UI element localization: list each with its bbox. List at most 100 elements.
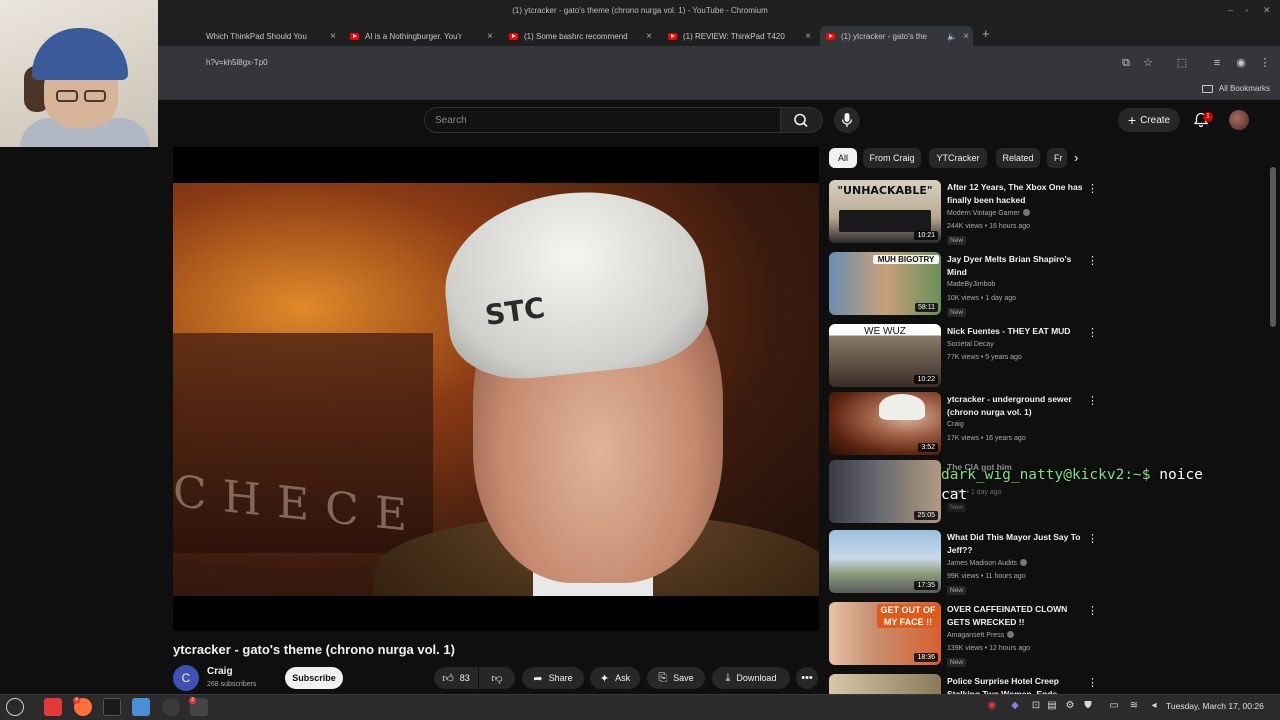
video-thumbnail[interactable] bbox=[829, 674, 941, 694]
notification-count-badge: 1 bbox=[1203, 112, 1213, 122]
recommendation-channel: Amagansett Press bbox=[947, 631, 1015, 639]
more-actions-button[interactable]: ••• bbox=[796, 667, 818, 689]
more-vertical-icon[interactable]: ⋮ bbox=[1087, 676, 1098, 689]
speaker-icon[interactable]: 🔈 bbox=[945, 32, 959, 41]
tab-close-icon[interactable]: × bbox=[959, 31, 973, 42]
search-input[interactable]: Search bbox=[424, 107, 781, 133]
search-button[interactable] bbox=[781, 107, 823, 133]
tab-3[interactable]: (1) Some bashrc recommend × bbox=[503, 26, 656, 46]
voice-search-button[interactable] bbox=[834, 107, 860, 133]
dislike-button[interactable]: 👎︎ bbox=[479, 667, 515, 689]
video-thumbnail[interactable]: MUH BIGOTRY 58:11 bbox=[829, 252, 941, 315]
maximize-icon[interactable]: ▫ bbox=[1245, 5, 1248, 15]
new-tab-icon[interactable]: + bbox=[982, 26, 990, 41]
app-menu-icon[interactable] bbox=[6, 698, 24, 716]
tab-close-icon[interactable]: × bbox=[642, 31, 656, 42]
youtube-favicon-icon bbox=[826, 32, 835, 40]
like-button[interactable]: 👍︎ 83 bbox=[434, 667, 478, 689]
more-vertical-icon[interactable]: ⋮ bbox=[1087, 532, 1098, 545]
share-button[interactable]: ➦ Share bbox=[522, 667, 584, 689]
scrollbar-thumb[interactable] bbox=[1270, 167, 1276, 327]
bookmark-icon: ⎘ bbox=[658, 671, 668, 684]
taskbar-clock[interactable]: Tuesday, March 17, 00:26 bbox=[1166, 701, 1264, 711]
files-icon[interactable] bbox=[44, 698, 62, 716]
account-avatar[interactable] bbox=[1229, 110, 1249, 130]
more-vertical-icon[interactable]: ⋮ bbox=[1087, 182, 1098, 195]
volume-icon[interactable]: ◂ bbox=[1148, 700, 1160, 712]
channel-name[interactable]: Craig bbox=[207, 666, 233, 677]
recommendation-meta: 17K views • 16 years ago bbox=[947, 435, 1026, 442]
settings-icon[interactable]: ⚙ bbox=[1064, 700, 1076, 712]
channel-avatar[interactable]: C bbox=[173, 665, 199, 691]
like-count: 83 bbox=[459, 673, 470, 683]
recommendation-item[interactable]: Police Surprise Hotel Creep Stalking Two… bbox=[829, 674, 1109, 694]
chip-ytcracker[interactable]: YTCracker bbox=[929, 148, 987, 168]
chip-from-craig[interactable]: From Craig bbox=[863, 148, 921, 168]
recommendation-item[interactable]: 3:52 ytcracker - underground sewer (chro… bbox=[829, 392, 1109, 458]
minimize-icon[interactable]: – bbox=[1228, 5, 1233, 15]
close-window-icon[interactable]: ✕ bbox=[1263, 5, 1271, 16]
tab-2[interactable]: AI is a Nothingburger. You'r × bbox=[344, 26, 497, 46]
save-button[interactable]: ⎘ Save bbox=[647, 667, 705, 689]
ask-button[interactable]: ✦ Ask bbox=[590, 667, 640, 689]
window-title: (1) ytcracker - gato's theme (chrono nur… bbox=[512, 6, 768, 15]
youtube-favicon-icon bbox=[509, 32, 518, 40]
video-thumbnail[interactable]: 3:52 bbox=[829, 392, 941, 455]
tab-close-icon[interactable]: × bbox=[801, 31, 815, 42]
video-thumbnail[interactable]: GET OUT OF MY FACE !! 18:36 bbox=[829, 602, 941, 665]
more-vertical-icon[interactable]: ⋮ bbox=[1087, 326, 1098, 339]
cast-icon[interactable]: ⧉ bbox=[1119, 56, 1133, 70]
more-vertical-icon[interactable]: ⋮ bbox=[1087, 394, 1098, 407]
recommendation-item[interactable]: "UNHACKABLE" 10:21 After 12 Years, The X… bbox=[829, 180, 1109, 246]
bookmark-star-icon[interactable]: ☆ bbox=[1141, 56, 1155, 70]
chromium-icon[interactable] bbox=[132, 698, 150, 716]
browser-menu-icon[interactable]: ⋮ bbox=[1258, 56, 1272, 70]
recommendation-item[interactable]: GET OUT OF MY FACE !! 18:36 OVER CAFFEIN… bbox=[829, 602, 1109, 668]
new-badge: New bbox=[947, 658, 967, 667]
terminal-icon[interactable] bbox=[103, 698, 121, 716]
more-vertical-icon[interactable]: ⋮ bbox=[1087, 604, 1098, 617]
recommendation-item[interactable]: 17:35 What Did This Mayor Just Say To Je… bbox=[829, 530, 1109, 596]
recommendation-item[interactable]: WE WUZ 10:22 Nick Fuentes - THEY EAT MUD… bbox=[829, 324, 1109, 390]
discord-icon[interactable]: ◆ bbox=[1009, 700, 1021, 712]
obs-icon[interactable] bbox=[162, 698, 180, 716]
profile-icon[interactable]: ◉ bbox=[1234, 56, 1248, 70]
recommendation-item[interactable]: MUH BIGOTRY 58:11 Jay Dyer Melts Brian S… bbox=[829, 252, 1109, 318]
wifi-icon[interactable]: ≋ bbox=[1128, 700, 1140, 712]
download-button[interactable]: ⤓ Download bbox=[712, 667, 790, 689]
video-thumbnail[interactable]: "UNHACKABLE" 10:21 bbox=[829, 180, 941, 243]
tab-close-icon[interactable]: × bbox=[326, 31, 340, 42]
recommendation-channel: Craig bbox=[947, 421, 964, 428]
video-thumbnail[interactable]: 25:05 bbox=[829, 460, 941, 523]
video-thumbnail[interactable]: WE WUZ 10:22 bbox=[829, 324, 941, 387]
shield-icon[interactable]: ⛊ bbox=[1082, 700, 1094, 712]
more-vertical-icon[interactable]: ⋮ bbox=[1087, 254, 1098, 267]
terminal-line-2: cat bbox=[941, 487, 968, 503]
recommendation-title: Police Surprise Hotel Creep Stalking Two… bbox=[947, 676, 1059, 694]
page-scrollbar[interactable] bbox=[1270, 147, 1276, 687]
chevron-right-icon[interactable]: › bbox=[1074, 150, 1078, 165]
tab-close-icon[interactable]: × bbox=[483, 31, 497, 42]
media-controls-icon[interactable]: ≡ bbox=[1210, 56, 1224, 70]
address-url[interactable]: h?v=kh5l8gx-Tp0 bbox=[206, 58, 268, 67]
subscribe-button[interactable]: Subscribe bbox=[285, 667, 343, 689]
tab-1[interactable]: Which ThinkPad Should You × bbox=[200, 26, 340, 46]
folder-icon bbox=[1201, 84, 1213, 93]
video-thumbnail[interactable]: 17:35 bbox=[829, 530, 941, 593]
chip-related[interactable]: Related bbox=[996, 148, 1040, 168]
record-icon[interactable]: ◉ bbox=[986, 700, 998, 712]
tab-4[interactable]: (1) REVIEW: ThinkPad T420 × bbox=[662, 26, 815, 46]
video-person-cap bbox=[436, 183, 714, 387]
create-button[interactable]: + Create bbox=[1118, 108, 1180, 132]
duration-badge: 17:35 bbox=[914, 581, 938, 590]
video-player[interactable]: CHECE STC bbox=[173, 147, 819, 631]
address-bar-row: h?v=kh5l8gx-Tp0 bbox=[0, 46, 1280, 78]
extensions-icon[interactable]: ⬚ bbox=[1175, 56, 1189, 70]
display-icon[interactable]: ▭ bbox=[1108, 700, 1120, 712]
chip-more[interactable]: Fr bbox=[1047, 148, 1067, 168]
lock-icon[interactable]: ⊡ bbox=[1030, 700, 1042, 712]
all-bookmarks-button[interactable]: All Bookmarks bbox=[1201, 84, 1270, 93]
clipboard-icon[interactable]: ▤ bbox=[1046, 700, 1058, 712]
tab-5-active[interactable]: (1) ytcracker - gato's the 🔈 × bbox=[820, 26, 973, 46]
chip-all[interactable]: All bbox=[829, 148, 857, 168]
